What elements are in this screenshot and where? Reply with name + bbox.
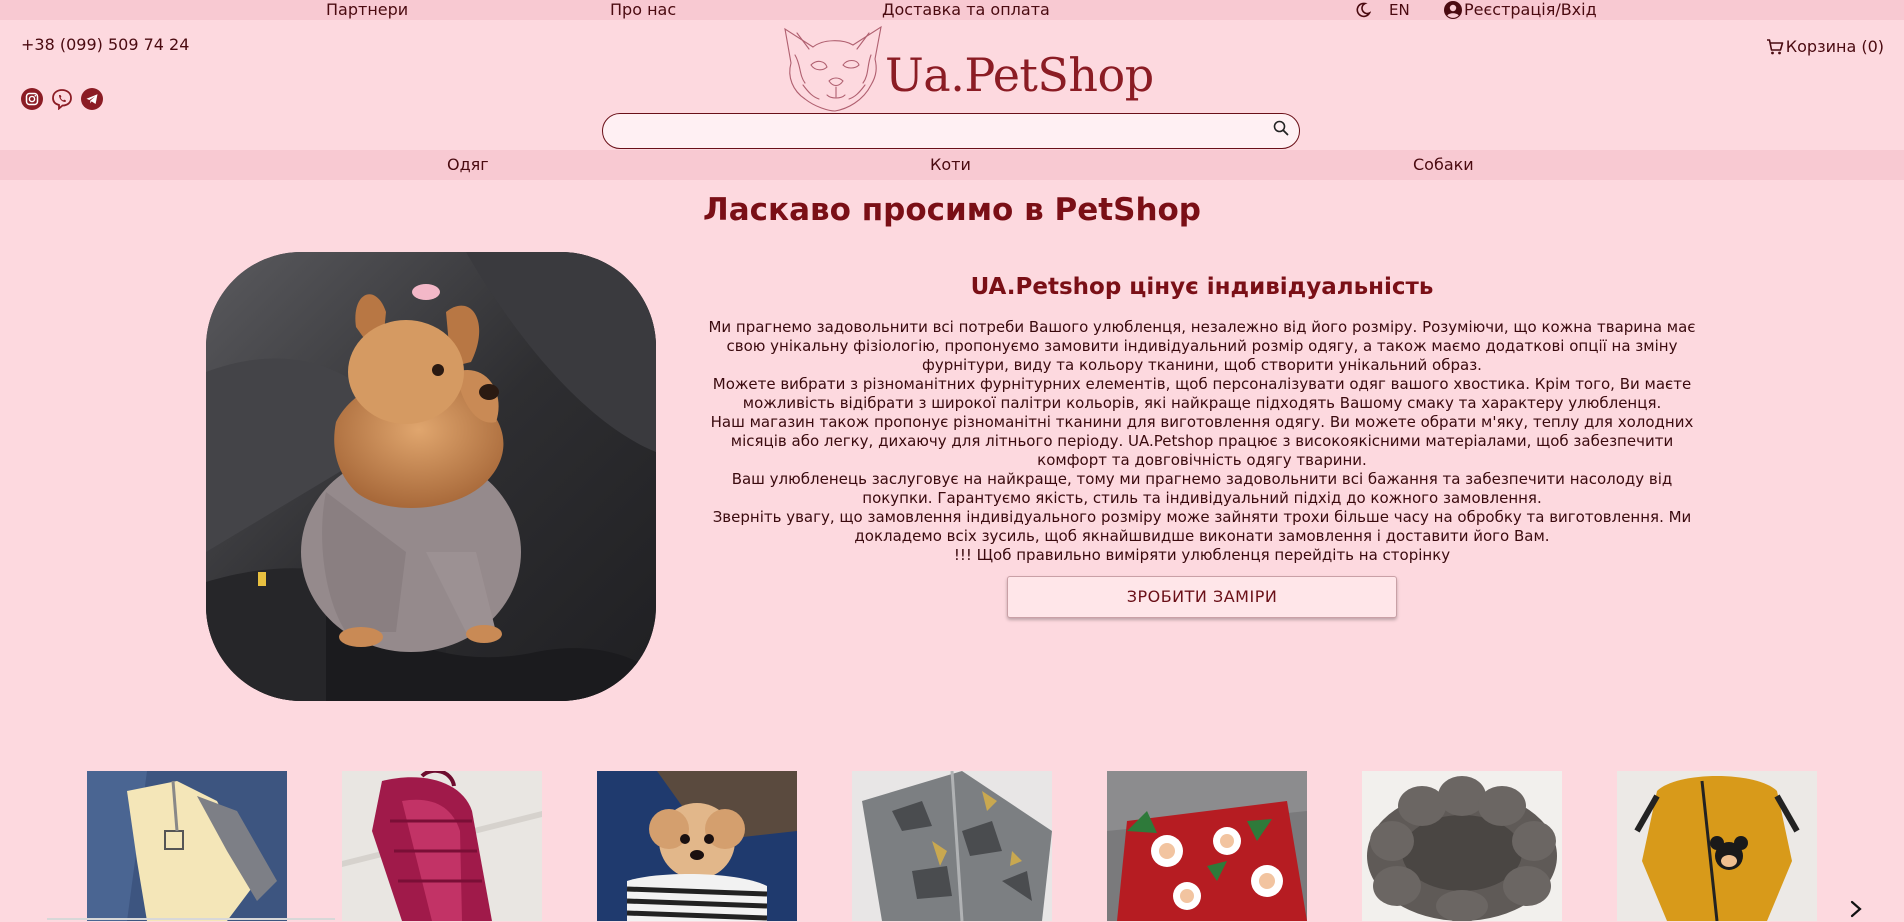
category-clothing[interactable]: Одяг <box>447 150 489 180</box>
measurements-button[interactable]: ЗРОБИТИ ЗАМІРИ <box>1007 576 1397 618</box>
category-bar: Одяг Коти Собаки <box>0 150 1904 180</box>
dark-mode-moon-icon[interactable] <box>1355 2 1372 22</box>
nav-link-partners[interactable]: Партнери <box>326 0 408 20</box>
carousel-next-chevron-icon[interactable] <box>1849 900 1863 922</box>
description-paragraph: Зверніть увагу, що замовлення індивідуал… <box>712 508 1692 545</box>
category-cats[interactable]: Коти <box>930 150 971 180</box>
user-avatar-icon <box>1443 0 1463 20</box>
cart-label: Корзина (0) <box>1785 37 1884 56</box>
description-paragraph: Ми прагнемо задовольнити всі потреби Ваш… <box>708 318 1696 374</box>
product-card-magenta-jacket[interactable] <box>342 771 542 921</box>
product-carousel <box>0 771 1904 921</box>
instagram-icon[interactable] <box>21 88 43 110</box>
section-subtitle: UA.Petshop цінує індивідуальність <box>970 274 1434 300</box>
social-links <box>21 88 103 110</box>
phone-number: +38 (099) 509 74 24 <box>21 35 190 54</box>
logo-text: Ua.PetShop <box>885 48 1154 102</box>
description-paragraph: Можете вибрати з різноманітних фурнітурн… <box>712 375 1692 412</box>
telegram-icon[interactable] <box>81 88 103 110</box>
nav-link-about[interactable]: Про нас <box>610 0 676 20</box>
product-card-mustard-jumpsuit[interactable] <box>1617 771 1817 921</box>
description-text: Ми прагнемо задовольнити всі потреби Ваш… <box>700 318 1704 565</box>
dog-logo-icon <box>783 25 883 113</box>
cart-button[interactable]: Корзина (0) <box>1766 37 1884 56</box>
account-label: Реєстрація/Вхід <box>1464 0 1597 19</box>
product-card-grey-pet-bed[interactable] <box>1362 771 1562 921</box>
product-card-camo-hoodie[interactable] <box>852 771 1052 921</box>
product-card-santa-print-pajamas[interactable] <box>1107 771 1307 921</box>
hero-image-yorkie <box>206 252 656 701</box>
language-switch[interactable]: EN <box>1389 0 1410 20</box>
search-bar[interactable] <box>602 113 1300 149</box>
carousel-scroll-indicator[interactable] <box>47 918 335 920</box>
info-section: UA.Petshop цінує індивідуальність Ми пра… <box>700 270 1704 618</box>
product-card-dog-striped-shirt[interactable] <box>597 771 797 921</box>
viber-icon[interactable] <box>51 88 73 110</box>
description-paragraph: Ваш улюбленець заслуговує на найкраще, т… <box>731 470 1673 507</box>
measure-link-text[interactable]: !!! Щоб правильно виміряти улюбленця пер… <box>700 546 1704 565</box>
site-logo[interactable]: Ua.PetShop <box>783 25 1154 113</box>
search-icon[interactable] <box>1273 120 1289 140</box>
top-navigation-bar: Партнери Про нас Доставка та оплата EN Р… <box>0 0 1904 20</box>
nav-link-delivery[interactable]: Доставка та оплата <box>882 0 1050 20</box>
category-dogs[interactable]: Собаки <box>1413 150 1474 180</box>
cart-icon <box>1766 38 1784 56</box>
product-card-cream-sweater[interactable] <box>87 771 287 921</box>
account-link[interactable]: Реєстрація/Вхід <box>1443 0 1597 20</box>
description-paragraph: Наш магазин також пропонує різноманітні … <box>710 413 1694 469</box>
page-title: Ласкаво просимо в PetShop <box>703 192 1201 228</box>
